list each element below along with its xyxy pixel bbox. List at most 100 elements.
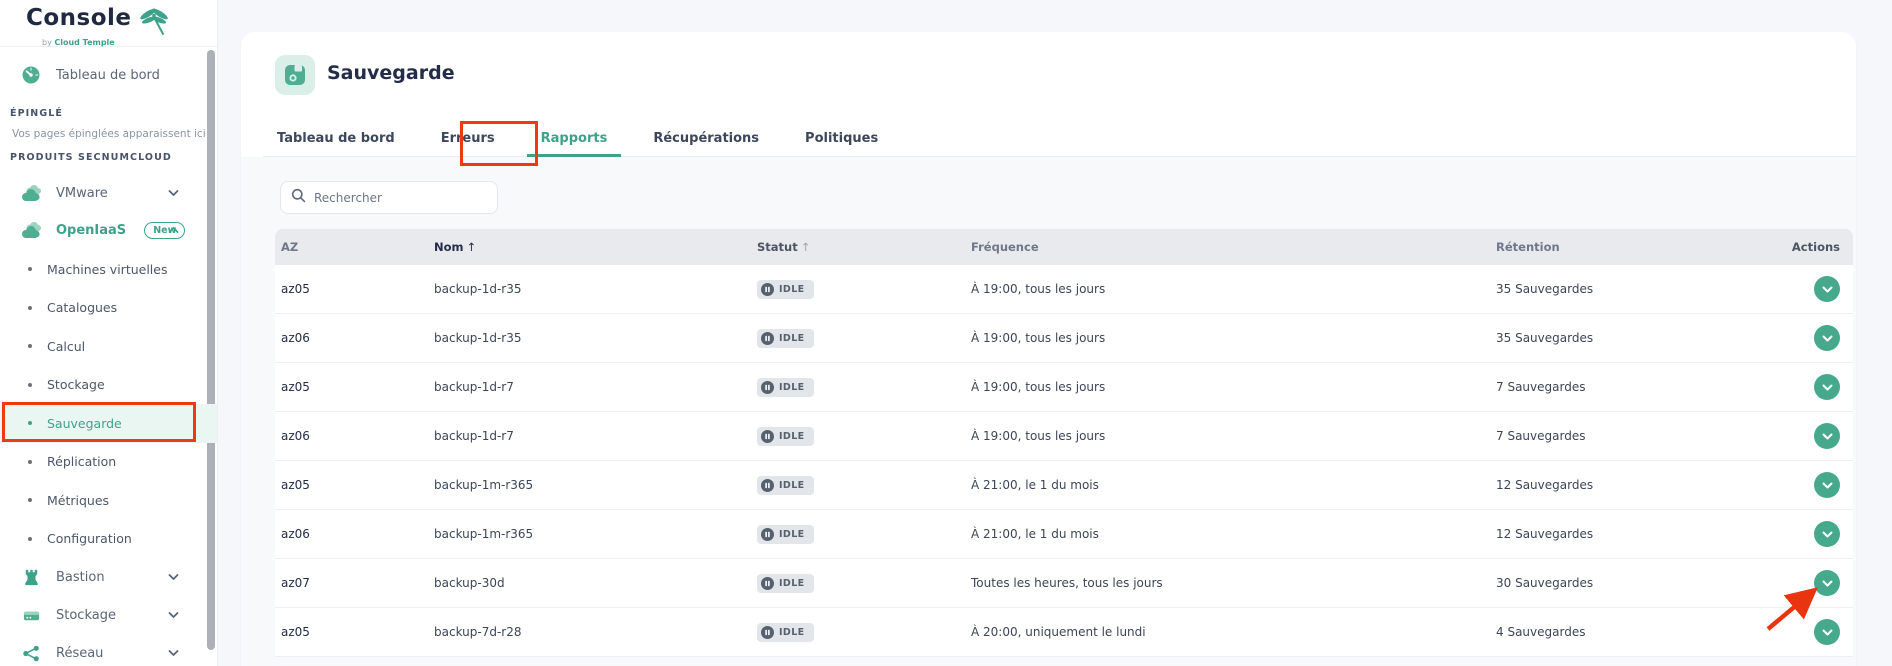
pause-circle-icon	[761, 626, 774, 639]
cell-az: az06	[275, 527, 434, 541]
cell-status: IDLE	[757, 329, 971, 348]
bullet-icon	[28, 498, 32, 502]
column-header-statut[interactable]: Statut↑	[757, 240, 971, 254]
backups-table: AZ Nom↑ Statut↑ Fréquence Rétention Acti…	[275, 229, 1853, 657]
status-badge: IDLE	[757, 574, 814, 593]
dashboard-gauge-icon	[18, 65, 44, 85]
tab-recuperations[interactable]: Récupérations	[639, 126, 773, 157]
bullet-icon	[28, 306, 32, 310]
sidebar-item-label: Stockage	[56, 608, 116, 623]
pause-circle-icon	[761, 332, 774, 345]
cell-retention: 12 Sauvegardes	[1496, 478, 1779, 492]
column-header-frequence[interactable]: Fréquence	[971, 240, 1496, 254]
chevron-up-icon	[168, 223, 179, 238]
sauvegarde-page-icon	[275, 55, 315, 95]
column-header-nom[interactable]: Nom↑	[434, 240, 757, 254]
sidebar-item-label: OpenIaaS	[56, 223, 126, 238]
sidebar-subitem[interactable]: Réplication	[0, 443, 217, 482]
status-badge: IDLE	[757, 427, 814, 446]
status-badge: IDLE	[757, 525, 814, 544]
cell-status: IDLE	[757, 525, 971, 544]
search-box	[280, 181, 498, 214]
chevron-down-icon	[1822, 286, 1833, 293]
cell-name: backup-7d-r28	[434, 625, 757, 639]
sidebar-subitem[interactable]: Sauvegarde	[0, 404, 217, 443]
sidebar-subitem-label: Catalogues	[47, 300, 117, 315]
search-input[interactable]	[314, 191, 487, 205]
cell-retention: 35 Sauvegardes	[1496, 331, 1779, 345]
chevron-down-icon	[1822, 531, 1833, 538]
chevron-down-icon	[168, 186, 179, 201]
expand-row-button[interactable]	[1814, 521, 1840, 547]
expand-row-button[interactable]	[1814, 619, 1840, 645]
tab-tableau-de-bord[interactable]: Tableau de bord	[263, 126, 409, 157]
bullet-icon	[28, 460, 32, 464]
cell-az: az05	[275, 282, 434, 296]
tab-politiques[interactable]: Politiques	[791, 126, 892, 157]
cell-actions	[1779, 374, 1853, 400]
tab-rapports[interactable]: Rapports	[527, 126, 622, 157]
sidebar-item-openiaas[interactable]: OpenIaaS New	[0, 216, 217, 244]
table-row: az07 backup-30d IDLE	[275, 559, 1853, 608]
sidebar-subitem[interactable]: Machines virtuelles	[0, 250, 217, 289]
sidebar-subitem[interactable]: Catalogues	[0, 289, 217, 328]
cell-retention: 35 Sauvegardes	[1496, 282, 1779, 296]
bullet-icon	[28, 421, 32, 425]
cell-az: az06	[275, 429, 434, 443]
sidebar-subitem-label: Stockage	[47, 377, 105, 392]
chevron-down-icon	[168, 646, 179, 661]
cell-actions	[1779, 325, 1853, 351]
sidebar-item-dashboard[interactable]: Tableau de bord	[0, 61, 217, 89]
expand-row-button[interactable]	[1814, 276, 1840, 302]
sidebar-subitem-label: Calcul	[47, 339, 85, 354]
openiaas-submenu: Machines virtuelles Catalogues Calcul St…	[0, 250, 217, 558]
cell-status: IDLE	[757, 476, 971, 495]
cell-actions	[1779, 521, 1853, 547]
sidebar-item-label: Réseau	[56, 646, 103, 661]
sidebar-subitem[interactable]: Stockage	[0, 366, 217, 405]
sidebar-subitem-label: Configuration	[47, 531, 132, 546]
expand-row-button[interactable]	[1814, 325, 1840, 351]
chevron-down-icon	[1822, 384, 1833, 391]
sidebar-item-reseau[interactable]: Réseau	[0, 639, 217, 666]
cloud-icon	[18, 220, 44, 240]
expand-row-button[interactable]	[1814, 423, 1840, 449]
network-icon	[18, 644, 44, 663]
expand-row-button[interactable]	[1814, 570, 1840, 596]
column-header-az[interactable]: AZ	[275, 240, 434, 254]
dragonfly-logo-icon	[134, 5, 174, 41]
sidebar-item-vmware[interactable]: VMware	[0, 179, 217, 207]
table-row: az05 backup-1d-r35 IDLE	[275, 265, 1853, 314]
sidebar-subitem[interactable]: Configuration	[0, 520, 217, 559]
expand-row-button[interactable]	[1814, 374, 1840, 400]
sidebar-subitem[interactable]: Métriques	[0, 481, 217, 520]
logo[interactable]: Console by Cloud Temple	[0, 0, 217, 47]
cell-az: az05	[275, 625, 434, 639]
cell-name: backup-1m-r365	[434, 527, 757, 541]
tab-erreurs[interactable]: Erreurs	[427, 126, 509, 157]
bullet-icon	[28, 344, 32, 348]
chevron-down-icon	[1822, 482, 1833, 489]
table-row: az05 backup-7d-r28 IDLE	[275, 608, 1853, 657]
main-area: Sauvegarde Tableau de bord Erreurs Rappo…	[218, 0, 1892, 666]
sidebar-subitem[interactable]: Calcul	[0, 327, 217, 366]
table-row: az06 backup-1d-r35 IDLE	[275, 314, 1853, 363]
cell-retention: 30 Sauvegardes	[1496, 576, 1779, 590]
sidebar-item-label: Tableau de bord	[56, 68, 160, 83]
chevron-down-icon	[168, 608, 179, 623]
expand-row-button[interactable]	[1814, 472, 1840, 498]
column-header-retention[interactable]: Rétention	[1496, 240, 1779, 254]
table-row: az05 backup-1d-r7 IDLE	[275, 363, 1853, 412]
cell-frequency: À 20:00, uniquement le lundi	[971, 625, 1496, 639]
status-badge: IDLE	[757, 623, 814, 642]
sidebar-item-label: Bastion	[56, 570, 105, 585]
chevron-down-icon	[1822, 580, 1833, 587]
cell-status: IDLE	[757, 378, 971, 397]
cell-actions	[1779, 423, 1853, 449]
sidebar-item-bastion[interactable]: Bastion	[0, 563, 217, 591]
sidebar-item-label: VMware	[56, 186, 108, 201]
cell-frequency: À 21:00, le 1 du mois	[971, 527, 1496, 541]
cell-az: az07	[275, 576, 434, 590]
sidebar-subitem-label: Réplication	[47, 454, 116, 469]
sidebar-item-stockage[interactable]: Stockage	[0, 601, 217, 629]
